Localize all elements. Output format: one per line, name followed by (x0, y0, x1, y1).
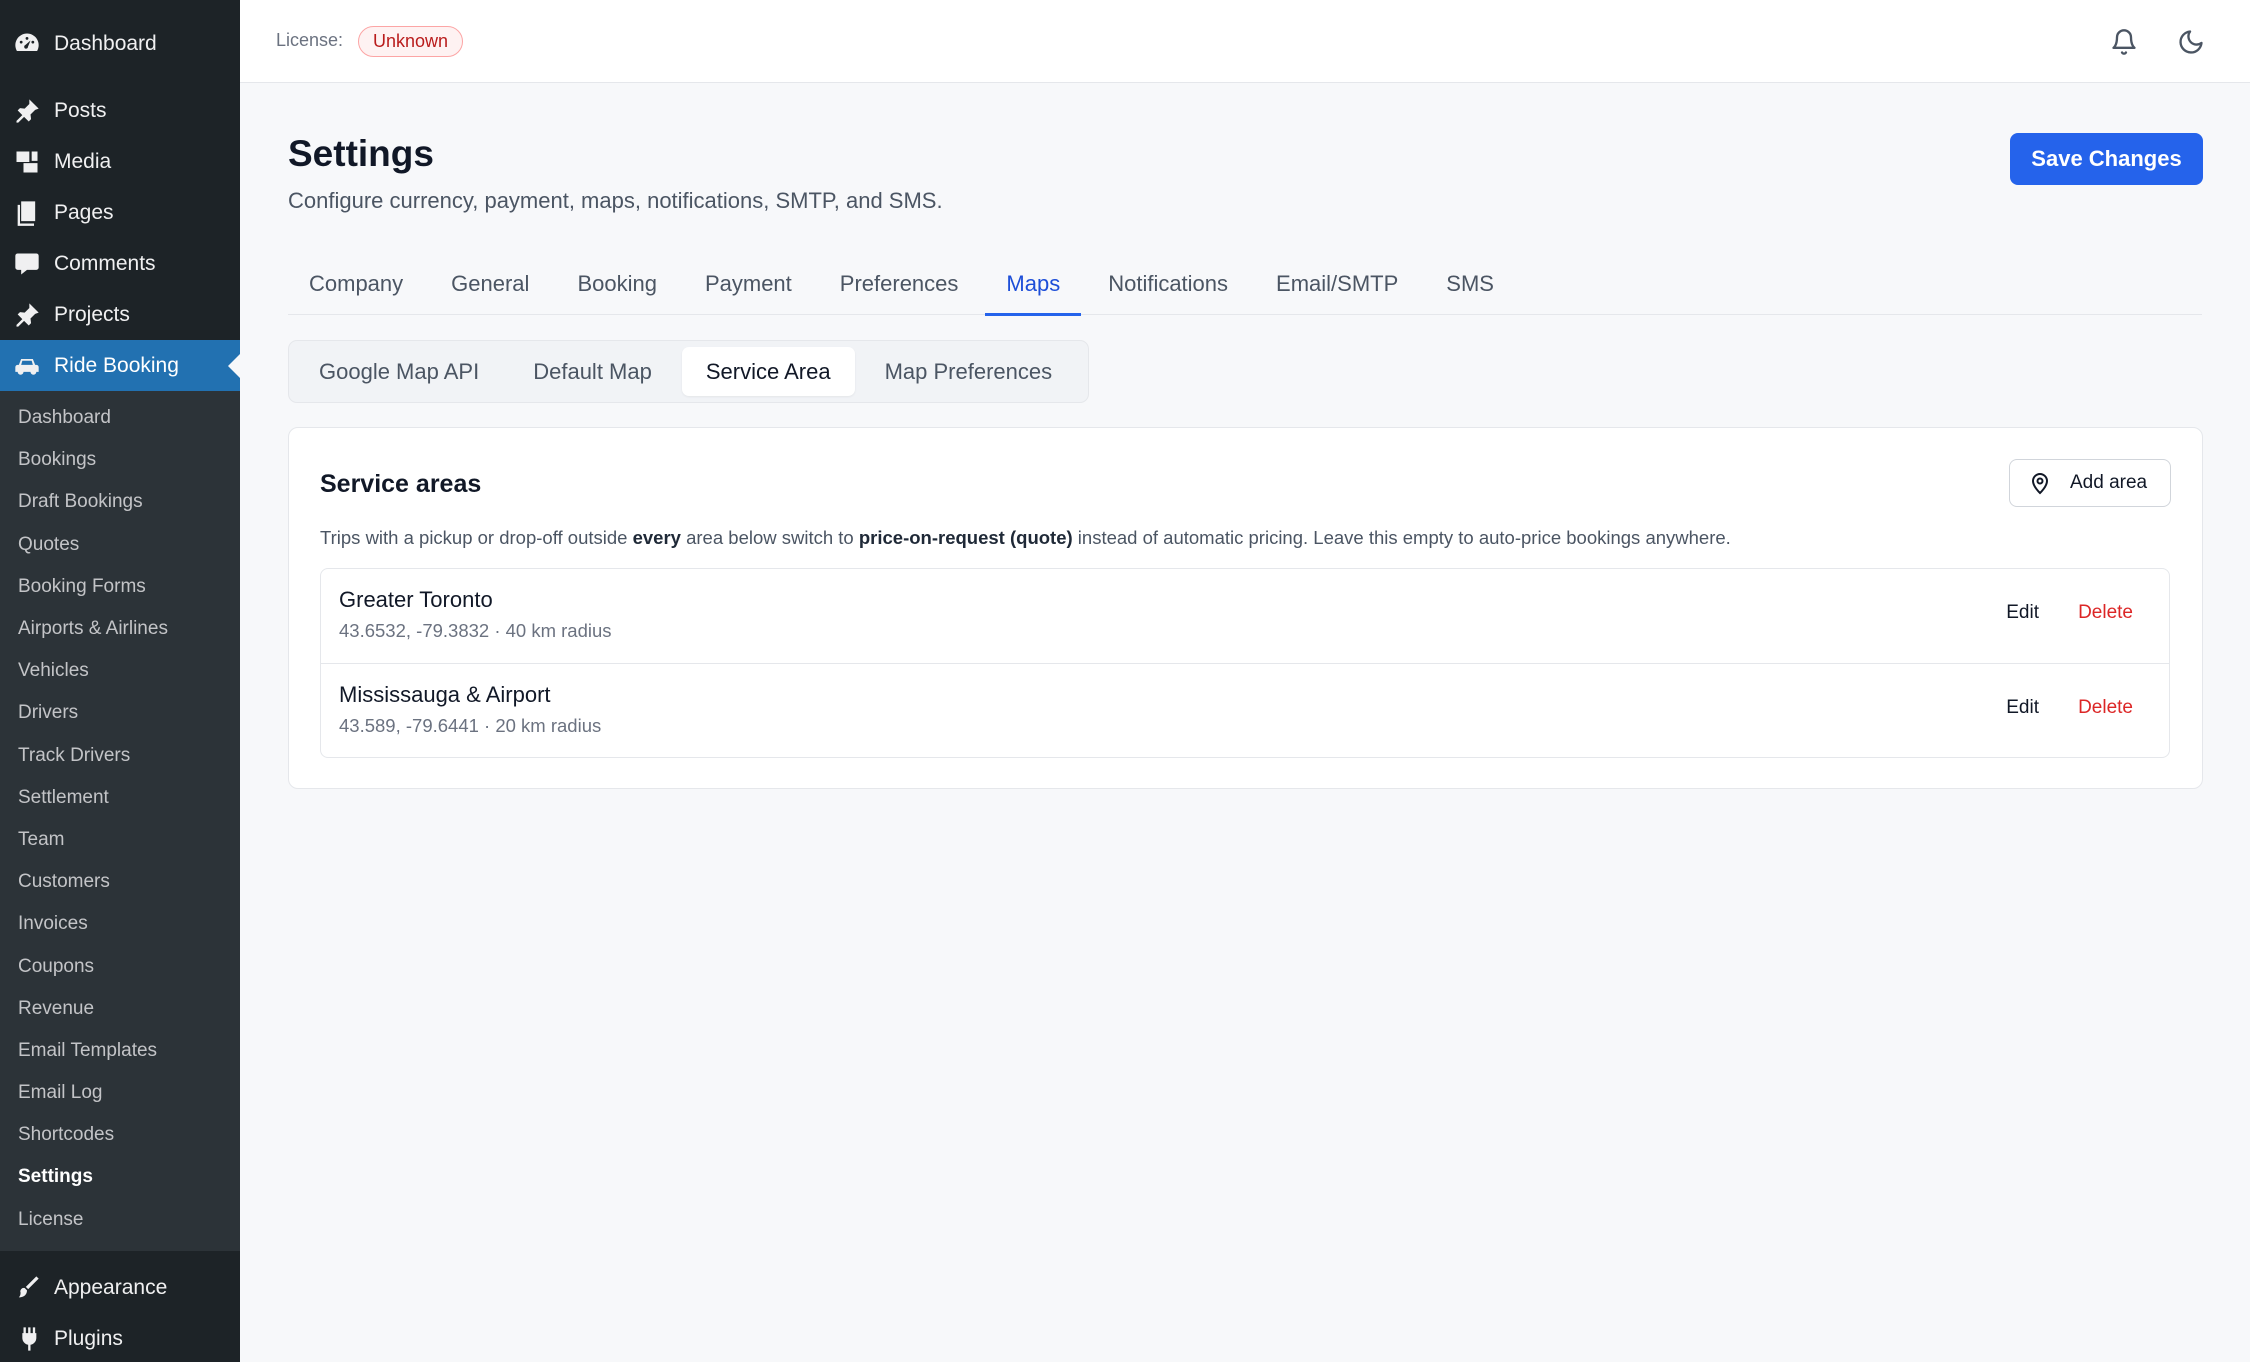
submenu-item-dashboard[interactable]: Dashboard (0, 397, 240, 439)
sidebar-item-comments[interactable]: Comments (0, 238, 240, 289)
tab-payment[interactable]: Payment (684, 252, 813, 315)
car-icon (12, 351, 42, 381)
submenu-item-coupons[interactable]: Coupons (0, 945, 240, 987)
sidebar-item-label: Plugins (54, 1327, 123, 1351)
media-icon (12, 147, 42, 177)
submenu-item-settlement[interactable]: Settlement (0, 777, 240, 819)
add-area-button[interactable]: Add area (2009, 459, 2171, 507)
submenu-item-shortcodes[interactable]: Shortcodes (0, 1114, 240, 1156)
subtab-google-map-api[interactable]: Google Map API (295, 347, 503, 396)
dashboard-icon (12, 29, 42, 59)
submenu-item-airports-airlines[interactable]: Airports & Airlines (0, 608, 240, 650)
service-area-list: Greater Toronto 43.6532, -79.3832 · 40 k… (320, 568, 2170, 758)
submenu-item-drivers[interactable]: Drivers (0, 692, 240, 734)
submenu-item-license[interactable]: License (0, 1199, 240, 1241)
submenu-item-vehicles[interactable]: Vehicles (0, 650, 240, 692)
plug-icon (12, 1324, 42, 1354)
page-subtitle: Configure currency, payment, maps, notif… (288, 188, 943, 213)
sidebar-item-label: Posts (54, 98, 107, 122)
subtab-service-area[interactable]: Service Area (681, 347, 855, 396)
submenu-item-quotes[interactable]: Quotes (0, 524, 240, 566)
pin-icon (12, 300, 42, 330)
page-title: Settings (288, 133, 434, 174)
license-label: License: (276, 30, 344, 50)
subtab-default-map[interactable]: Default Map (509, 347, 676, 396)
delete-area-button[interactable]: Delete (2078, 602, 2133, 624)
pages-icon (12, 198, 42, 228)
submenu-item-revenue[interactable]: Revenue (0, 988, 240, 1030)
maps-subtabs: Google Map API Default Map Service Area … (288, 340, 1090, 403)
tab-general[interactable]: General (430, 252, 550, 315)
edit-area-button[interactable]: Edit (2006, 602, 2039, 624)
bell-icon[interactable] (2104, 22, 2144, 62)
sidebar-item-label: Pages (54, 200, 114, 224)
settings-tabs: Company General Booking Payment Preferen… (288, 252, 2202, 316)
submenu-item-email-log[interactable]: Email Log (0, 1072, 240, 1114)
tab-company[interactable]: Company (288, 252, 424, 315)
top-bar: License: Unknown (240, 0, 2250, 83)
pin-icon (12, 96, 42, 126)
ride-booking-submenu: Dashboard Bookings Draft Bookings Quotes… (0, 391, 240, 1251)
license-status-badge: Unknown (358, 26, 464, 57)
sidebar-item-pages[interactable]: Pages (0, 187, 240, 238)
submenu-item-bookings[interactable]: Bookings (0, 439, 240, 481)
tab-sms[interactable]: SMS (1425, 252, 1515, 315)
comment-icon (12, 249, 42, 279)
delete-area-button[interactable]: Delete (2078, 697, 2133, 719)
tab-booking[interactable]: Booking (556, 252, 678, 315)
tab-email-smtp[interactable]: Email/SMTP (1255, 252, 1419, 315)
sidebar-item-dashboard[interactable]: Dashboard (0, 18, 240, 69)
sidebar-item-label: Projects (54, 302, 130, 326)
admin-sidebar: Dashboard Posts Media Pages Comments Pro… (0, 0, 240, 1362)
brush-icon (12, 1273, 42, 1303)
subtab-map-preferences[interactable]: Map Preferences (861, 347, 1077, 396)
edit-area-button[interactable]: Edit (2006, 697, 2039, 719)
sidebar-item-appearance[interactable]: Appearance (0, 1263, 240, 1314)
area-name: Mississauga & Airport (339, 682, 551, 707)
submenu-item-email-templates[interactable]: Email Templates (0, 1030, 240, 1072)
submenu-item-customers[interactable]: Customers (0, 861, 240, 903)
submenu-item-invoices[interactable]: Invoices (0, 903, 240, 945)
service-areas-card: Service areas Add area Trips with a pick… (288, 427, 2203, 789)
sidebar-item-label: Appearance (54, 1276, 168, 1300)
submenu-item-track-drivers[interactable]: Track Drivers (0, 735, 240, 777)
area-coordinates: 43.589, -79.6441 · 20 km radius (339, 715, 602, 736)
add-area-label: Add area (2070, 472, 2148, 493)
list-item: Mississauga & Airport 43.589, -79.6441 ·… (321, 663, 2169, 757)
sidebar-item-label: Dashboard (54, 31, 157, 55)
sidebar-item-plugins[interactable]: Plugins (0, 1314, 240, 1362)
sidebar-item-posts[interactable]: Posts (0, 85, 240, 136)
list-item: Greater Toronto 43.6532, -79.3832 · 40 k… (321, 569, 2169, 663)
sidebar-item-label: Comments (54, 251, 156, 275)
tab-preferences[interactable]: Preferences (819, 252, 980, 315)
sidebar-item-label: Media (54, 149, 112, 173)
submenu-item-team[interactable]: Team (0, 819, 240, 861)
submenu-item-draft-bookings[interactable]: Draft Bookings (0, 481, 240, 523)
submenu-item-booking-forms[interactable]: Booking Forms (0, 566, 240, 608)
tab-maps[interactable]: Maps (985, 252, 1082, 316)
sidebar-item-label: Ride Booking (54, 353, 179, 377)
tab-notifications[interactable]: Notifications (1087, 252, 1249, 315)
submenu-item-settings[interactable]: Settings (0, 1156, 240, 1198)
save-changes-button[interactable]: Save Changes (2010, 133, 2203, 185)
sidebar-item-media[interactable]: Media (0, 136, 240, 187)
moon-icon[interactable] (2171, 22, 2211, 62)
map-pin-icon (2031, 473, 2049, 495)
area-coordinates: 43.6532, -79.3832 · 40 km radius (339, 620, 612, 641)
sidebar-item-projects[interactable]: Projects (0, 289, 240, 340)
service-areas-description: Trips with a pickup or drop-off outside … (320, 527, 1731, 548)
sidebar-item-ride-booking[interactable]: Ride Booking (0, 340, 240, 391)
area-name: Greater Toronto (339, 587, 493, 612)
service-areas-title: Service areas (320, 470, 482, 498)
